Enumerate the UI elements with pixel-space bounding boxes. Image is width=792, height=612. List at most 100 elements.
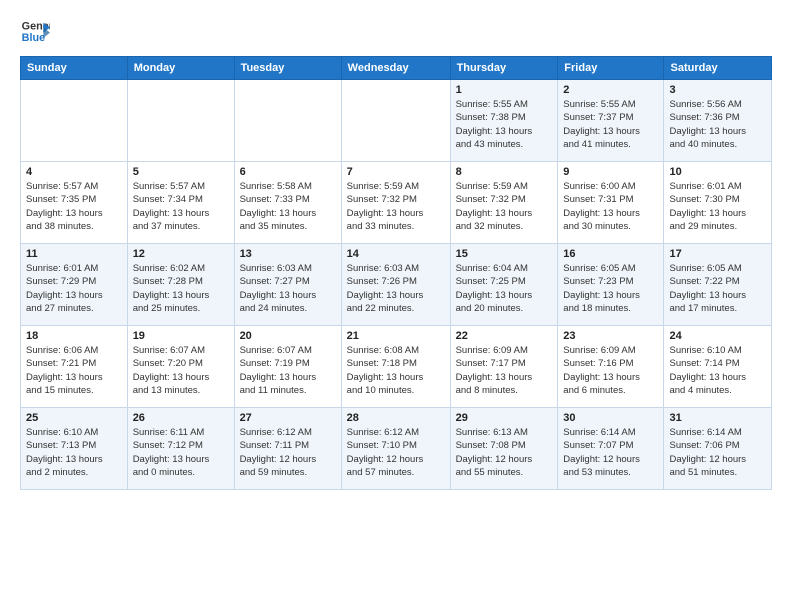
calendar-day-header: Tuesday	[234, 57, 341, 80]
day-number: 12	[133, 248, 229, 260]
day-info: Sunrise: 6:14 AMSunset: 7:07 PMDaylight:…	[563, 426, 658, 479]
calendar-cell: 11 Sunrise: 6:01 AMSunset: 7:29 PMDayligh…	[21, 244, 128, 326]
day-number: 17	[669, 248, 766, 260]
day-number: 19	[133, 330, 229, 342]
day-number: 23	[563, 330, 658, 342]
day-info: Sunrise: 6:07 AMSunset: 7:20 PMDaylight:…	[133, 344, 229, 397]
day-number: 11	[26, 248, 122, 260]
calendar-cell: 20 Sunrise: 6:07 AMSunset: 7:19 PMDayligh…	[234, 326, 341, 408]
calendar-cell: 24Sunrise: 6:10 AMSunset: 7:14 PMDayligh…	[664, 326, 772, 408]
calendar-cell: 31 Sunrise: 6:14 AMSunset: 7:06 PMDayligh…	[664, 408, 772, 490]
day-info: Sunrise: 6:05 AMSunset: 7:23 PMDaylight:…	[563, 262, 658, 315]
calendar-cell: 15Sunrise: 6:04 AMSunset: 7:25 PMDayligh…	[450, 244, 558, 326]
calendar-cell	[234, 80, 341, 162]
day-number: 22	[456, 330, 553, 342]
day-info: Sunrise: 5:57 AMSunset: 7:35 PMDaylight:…	[26, 180, 122, 233]
calendar-cell: 26 Sunrise: 6:11 AMSunset: 7:12 PMDayligh…	[127, 408, 234, 490]
day-info: Sunrise: 6:01 AMSunset: 7:29 PMDaylight:…	[26, 262, 122, 315]
calendar-cell: 5 Sunrise: 5:57 AMSunset: 7:34 PMDaylight…	[127, 162, 234, 244]
calendar-cell: 30 Sunrise: 6:14 AMSunset: 7:07 PMDayligh…	[558, 408, 664, 490]
day-number: 8	[456, 166, 553, 178]
calendar-cell: 1Sunrise: 5:55 AMSunset: 7:38 PMDaylight…	[450, 80, 558, 162]
calendar-cell: 28Sunrise: 6:12 AMSunset: 7:10 PMDayligh…	[341, 408, 450, 490]
calendar-cell	[21, 80, 128, 162]
day-number: 26	[133, 412, 229, 424]
day-number: 9	[563, 166, 658, 178]
calendar-week-row: 11 Sunrise: 6:01 AMSunset: 7:29 PMDayligh…	[21, 244, 772, 326]
day-info: Sunrise: 6:05 AMSunset: 7:22 PMDaylight:…	[669, 262, 766, 315]
calendar-cell: 4 Sunrise: 5:57 AMSunset: 7:35 PMDaylight…	[21, 162, 128, 244]
calendar-day-header: Wednesday	[341, 57, 450, 80]
day-info: Sunrise: 5:59 AMSunset: 7:32 PMDaylight:…	[347, 180, 445, 233]
day-number: 10	[669, 166, 766, 178]
calendar-cell: 18 Sunrise: 6:06 AMSunset: 7:21 PMDayligh…	[21, 326, 128, 408]
day-number: 25	[26, 412, 122, 424]
day-info: Sunrise: 5:57 AMSunset: 7:34 PMDaylight:…	[133, 180, 229, 233]
day-info: Sunrise: 6:09 AMSunset: 7:17 PMDaylight:…	[456, 344, 553, 397]
calendar-week-row: 18 Sunrise: 6:06 AMSunset: 7:21 PMDayligh…	[21, 326, 772, 408]
day-number: 7	[347, 166, 445, 178]
calendar-cell: 9 Sunrise: 6:00 AMSunset: 7:31 PMDaylight…	[558, 162, 664, 244]
day-info: Sunrise: 6:03 AMSunset: 7:26 PMDaylight:…	[347, 262, 445, 315]
calendar-cell: 13 Sunrise: 6:03 AMSunset: 7:27 PMDayligh…	[234, 244, 341, 326]
calendar-header-row: SundayMondayTuesdayWednesdayThursdayFrid…	[21, 57, 772, 80]
logo: General Blue	[20, 16, 50, 46]
day-info: Sunrise: 6:14 AMSunset: 7:06 PMDaylight:…	[669, 426, 766, 479]
calendar-cell: 8 Sunrise: 5:59 AMSunset: 7:32 PMDaylight…	[450, 162, 558, 244]
calendar-cell: 14 Sunrise: 6:03 AMSunset: 7:26 PMDayligh…	[341, 244, 450, 326]
calendar-cell: 10Sunrise: 6:01 AMSunset: 7:30 PMDayligh…	[664, 162, 772, 244]
calendar-cell	[127, 80, 234, 162]
day-number: 13	[240, 248, 336, 260]
day-info: Sunrise: 6:13 AMSunset: 7:08 PMDaylight:…	[456, 426, 553, 479]
calendar-cell: 19 Sunrise: 6:07 AMSunset: 7:20 PMDayligh…	[127, 326, 234, 408]
day-number: 6	[240, 166, 336, 178]
calendar-cell: 3 Sunrise: 5:56 AMSunset: 7:36 PMDaylight…	[664, 80, 772, 162]
day-info: Sunrise: 6:11 AMSunset: 7:12 PMDaylight:…	[133, 426, 229, 479]
day-info: Sunrise: 5:58 AMSunset: 7:33 PMDaylight:…	[240, 180, 336, 233]
day-info: Sunrise: 6:09 AMSunset: 7:16 PMDaylight:…	[563, 344, 658, 397]
day-info: Sunrise: 6:06 AMSunset: 7:21 PMDaylight:…	[26, 344, 122, 397]
calendar-cell: 25 Sunrise: 6:10 AMSunset: 7:13 PMDayligh…	[21, 408, 128, 490]
day-number: 24	[669, 330, 766, 342]
calendar-day-header: Sunday	[21, 57, 128, 80]
calendar-cell: 27Sunrise: 6:12 AMSunset: 7:11 PMDayligh…	[234, 408, 341, 490]
day-number: 3	[669, 84, 766, 96]
day-info: Sunrise: 6:04 AMSunset: 7:25 PMDaylight:…	[456, 262, 553, 315]
day-number: 1	[456, 84, 553, 96]
day-info: Sunrise: 5:55 AMSunset: 7:37 PMDaylight:…	[563, 98, 658, 151]
calendar-cell	[341, 80, 450, 162]
logo-icon: General Blue	[20, 16, 50, 46]
day-info: Sunrise: 6:08 AMSunset: 7:18 PMDaylight:…	[347, 344, 445, 397]
day-info: Sunrise: 5:59 AMSunset: 7:32 PMDaylight:…	[456, 180, 553, 233]
day-info: Sunrise: 6:00 AMSunset: 7:31 PMDaylight:…	[563, 180, 658, 233]
svg-text:Blue: Blue	[22, 32, 45, 44]
day-info: Sunrise: 5:56 AMSunset: 7:36 PMDaylight:…	[669, 98, 766, 151]
day-number: 18	[26, 330, 122, 342]
day-number: 30	[563, 412, 658, 424]
calendar-cell: 6 Sunrise: 5:58 AMSunset: 7:33 PMDaylight…	[234, 162, 341, 244]
calendar-week-row: 1Sunrise: 5:55 AMSunset: 7:38 PMDaylight…	[21, 80, 772, 162]
day-number: 14	[347, 248, 445, 260]
day-number: 16	[563, 248, 658, 260]
day-number: 27	[240, 412, 336, 424]
day-number: 20	[240, 330, 336, 342]
day-info: Sunrise: 6:10 AMSunset: 7:13 PMDaylight:…	[26, 426, 122, 479]
day-number: 4	[26, 166, 122, 178]
day-number: 28	[347, 412, 445, 424]
calendar-cell: 7 Sunrise: 5:59 AMSunset: 7:32 PMDaylight…	[341, 162, 450, 244]
calendar-week-row: 4 Sunrise: 5:57 AMSunset: 7:35 PMDaylight…	[21, 162, 772, 244]
calendar-cell: 29Sunrise: 6:13 AMSunset: 7:08 PMDayligh…	[450, 408, 558, 490]
calendar-cell: 12 Sunrise: 6:02 AMSunset: 7:28 PMDayligh…	[127, 244, 234, 326]
calendar-day-header: Monday	[127, 57, 234, 80]
day-number: 5	[133, 166, 229, 178]
day-info: Sunrise: 6:03 AMSunset: 7:27 PMDaylight:…	[240, 262, 336, 315]
calendar-cell: 17 Sunrise: 6:05 AMSunset: 7:22 PMDayligh…	[664, 244, 772, 326]
day-info: Sunrise: 6:02 AMSunset: 7:28 PMDaylight:…	[133, 262, 229, 315]
calendar-day-header: Saturday	[664, 57, 772, 80]
calendar-day-header: Friday	[558, 57, 664, 80]
day-number: 31	[669, 412, 766, 424]
calendar-cell: 16 Sunrise: 6:05 AMSunset: 7:23 PMDayligh…	[558, 244, 664, 326]
day-info: Sunrise: 6:07 AMSunset: 7:19 PMDaylight:…	[240, 344, 336, 397]
page-header: General Blue	[20, 16, 772, 46]
day-number: 2	[563, 84, 658, 96]
